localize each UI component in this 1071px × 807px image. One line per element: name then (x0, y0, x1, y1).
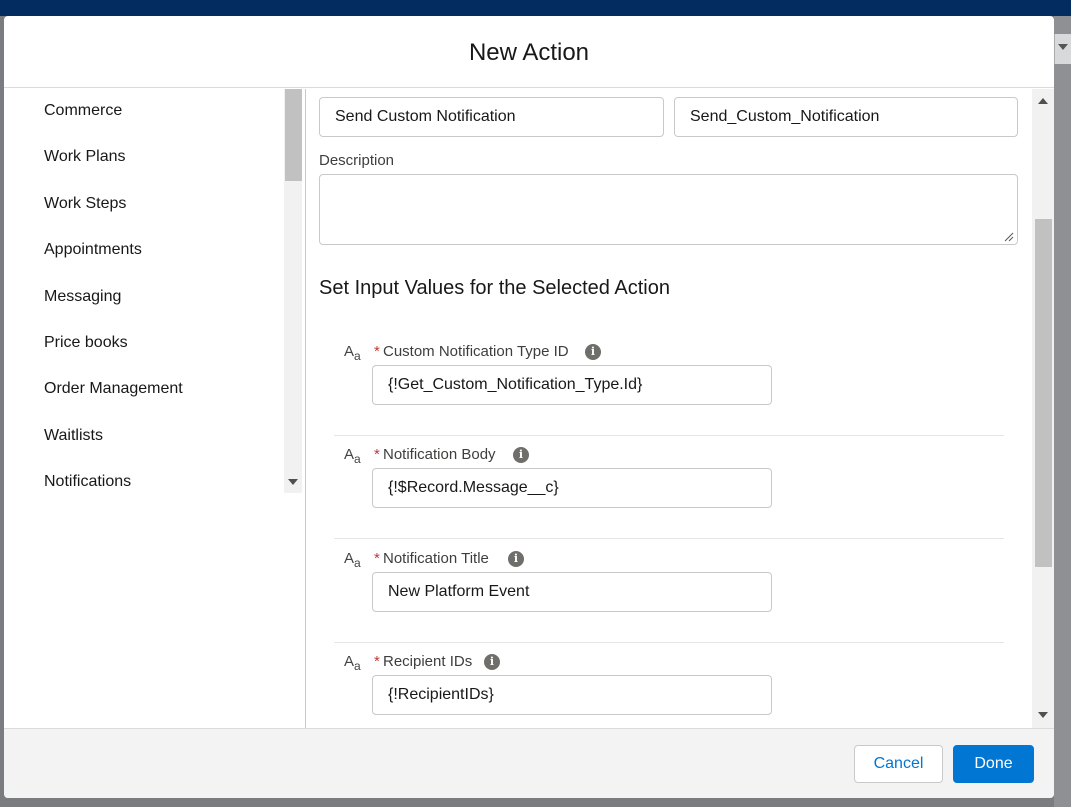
section-title: Set Input Values for the Selected Action (319, 277, 670, 299)
category-list-panel: Commerce Work Plans Work Steps Appointme… (4, 89, 306, 728)
category-item-messaging[interactable]: Messaging (44, 288, 121, 306)
form-scrollbar[interactable] (1032, 89, 1054, 728)
modal-title: New Action (468, 39, 590, 66)
background-app (1054, 16, 1071, 807)
category-item-order-management[interactable]: Order Management (44, 380, 183, 398)
text-type-icon: Aa (344, 653, 361, 673)
info-icon[interactable]: i (585, 344, 601, 360)
required-marker: * (374, 343, 380, 360)
background-dropdown (1054, 34, 1071, 64)
input-param-row: Aa * Custom Notification Type ID i (334, 332, 1004, 436)
done-button[interactable]: Done (953, 745, 1034, 783)
scrollbar-thumb[interactable] (285, 89, 302, 181)
recipient-ids-input[interactable] (372, 675, 772, 715)
scroll-up-arrow-icon[interactable] (1038, 98, 1048, 104)
scrollbar-thumb[interactable] (1035, 219, 1052, 567)
info-icon[interactable]: i (508, 551, 524, 567)
app-top-bar (0, 0, 1071, 16)
category-item-work-plans[interactable]: Work Plans (44, 148, 126, 166)
text-type-icon: Aa (344, 550, 361, 570)
text-type-icon: Aa (344, 343, 361, 363)
category-item-waitlists[interactable]: Waitlists (44, 427, 103, 445)
chevron-down-icon (1058, 44, 1068, 50)
info-icon[interactable]: i (484, 654, 500, 670)
cancel-button[interactable]: Cancel (854, 745, 943, 783)
scroll-down-arrow-icon[interactable] (288, 479, 298, 485)
category-item-appointments[interactable]: Appointments (44, 241, 142, 259)
input-param-row: Aa * Recipient IDs i (334, 642, 1004, 728)
description-textarea[interactable] (319, 174, 1018, 245)
category-item-notifications[interactable]: Notifications (44, 473, 131, 491)
param-label: Notification Title (383, 550, 489, 567)
category-item-price-books[interactable]: Price books (44, 334, 128, 352)
text-type-icon: Aa (344, 446, 361, 466)
action-label-input[interactable] (319, 97, 664, 137)
new-action-modal: New Action Commerce Work Plans Work Step… (4, 16, 1054, 798)
notification-body-input[interactable] (372, 468, 772, 508)
required-marker: * (374, 446, 380, 463)
action-api-name-input[interactable] (674, 97, 1018, 137)
input-param-row: Aa * Notification Title i (334, 539, 1004, 643)
notification-title-input[interactable] (372, 572, 772, 612)
category-item-work-steps[interactable]: Work Steps (44, 195, 126, 213)
modal-footer: Cancel Done (4, 728, 1054, 798)
custom-notification-type-id-input[interactable] (372, 365, 772, 405)
description-label: Description (319, 152, 395, 169)
action-form-panel: Description Set Input Values for the Sel… (307, 89, 1054, 728)
required-marker: * (374, 550, 380, 567)
info-icon[interactable]: i (513, 447, 529, 463)
param-label: Custom Notification Type ID (383, 343, 569, 360)
input-param-row: Aa * Notification Body i (334, 435, 1004, 539)
param-label: Recipient IDs (383, 653, 473, 670)
required-marker: * (374, 653, 380, 670)
resize-handle-icon[interactable] (1004, 232, 1014, 242)
modal-header: New Action (4, 16, 1054, 88)
param-label: Notification Body (383, 446, 496, 463)
category-item-commerce[interactable]: Commerce (44, 102, 122, 120)
scroll-down-arrow-icon[interactable] (1038, 712, 1048, 718)
category-list-scrollbar[interactable] (284, 89, 302, 493)
